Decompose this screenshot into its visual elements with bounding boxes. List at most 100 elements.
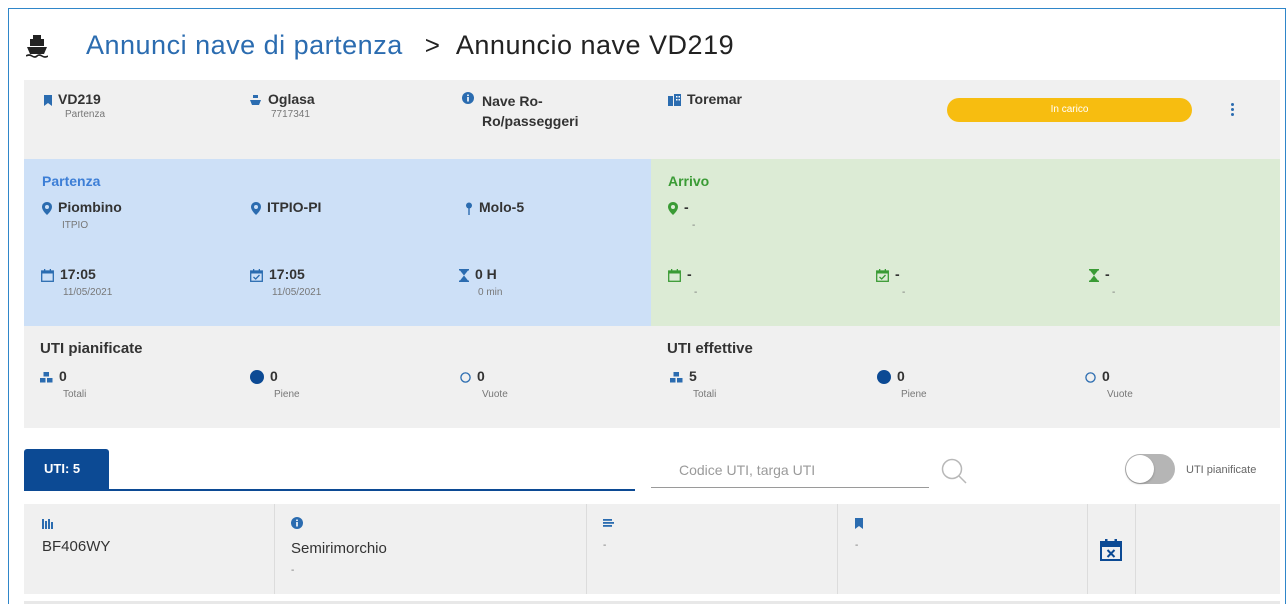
ship-name-block: Oglasa 7717341 — [249, 91, 315, 120]
ship-icon — [249, 94, 262, 107]
row-plate-cell: BF406WY — [42, 516, 110, 555]
location-pin-icon — [668, 201, 678, 215]
toggle-knob — [1126, 455, 1154, 483]
arrival-actual-time-sub: - — [902, 287, 906, 298]
calendar-x-icon[interactable] — [1099, 538, 1123, 567]
more-options-icon[interactable] — [1229, 103, 1235, 119]
row-type: Semirimorchio — [291, 540, 387, 557]
uti-actual-title: UTI effettive — [667, 340, 753, 357]
search-input[interactable] — [651, 452, 929, 488]
ship-icon — [25, 34, 49, 58]
row-plate: BF406WY — [42, 538, 111, 555]
search-icon[interactable] — [940, 457, 968, 485]
row-col4-cell: - — [855, 516, 863, 551]
uti-actual-total: 5 — [689, 368, 697, 384]
row-type-sub: - — [291, 565, 295, 576]
departure-city: Piombino — [58, 199, 122, 215]
departure-actual-time-block: 17:05 11/05/2021 — [250, 266, 321, 298]
filled-circle-icon — [877, 370, 891, 385]
uti-planned-empty-block: 0 Vuote — [460, 368, 508, 400]
info-icon — [291, 516, 303, 533]
page-title: Annuncio nave VD219 — [455, 30, 735, 60]
departure-port: ITPIO-PI — [267, 199, 322, 215]
uti-planned-total-label: Totali — [63, 389, 87, 400]
calendar-check-icon — [876, 268, 889, 282]
column-divider — [274, 504, 275, 594]
calendar-icon — [668, 268, 681, 282]
tab-underline — [24, 489, 635, 491]
boxes-icon — [40, 371, 53, 383]
uti-planned-total-block: 0 Totali — [40, 368, 86, 400]
uti-actual-full-block: 0 Piene — [877, 368, 927, 400]
row-col4-value: - — [855, 540, 859, 551]
departure-city-block: Piombino ITPIO — [42, 199, 122, 231]
company-name: Toremar — [687, 91, 742, 107]
row-type-cell: Semirimorchio - — [291, 516, 387, 576]
row-col3-value: - — [603, 540, 607, 551]
filled-circle-icon — [250, 370, 264, 385]
column-divider — [837, 504, 838, 594]
ship-name: Oglasa — [268, 91, 315, 107]
uti-actual-full: 0 — [897, 368, 905, 384]
column-divider — [1135, 504, 1136, 594]
uti-actual-empty: 0 — [1102, 368, 1110, 384]
tab-uti[interactable]: UTI: 5 — [24, 449, 109, 489]
table-row[interactable] — [24, 504, 1280, 594]
bookmark-icon — [44, 94, 52, 106]
arrival-duration-sub: - — [1112, 287, 1116, 298]
breadcrumb-separator: > — [424, 30, 440, 60]
uti-actual-total-block: 5 Totali — [670, 368, 716, 400]
bookmark-icon — [855, 516, 863, 533]
arrival-planned-time-sub: - — [694, 287, 698, 298]
uti-planned-empty: 0 — [477, 368, 485, 384]
arrival-planned-time: - — [687, 266, 692, 282]
hourglass-icon — [1089, 268, 1099, 282]
boxes-icon — [670, 371, 683, 383]
uti-planned-full-label: Piene — [274, 389, 300, 401]
departure-planned-date: 11/05/2021 — [63, 287, 113, 298]
uti-planned-title: UTI pianificate — [40, 340, 143, 357]
departure-title: Partenza — [42, 173, 101, 189]
hourglass-icon — [459, 268, 469, 282]
ship-code: VD219 — [58, 91, 101, 107]
departure-actual-time: 17:05 — [269, 266, 305, 282]
arrival-actual-time: - — [895, 266, 900, 282]
uti-planned-toggle-label: UTI pianificate — [1186, 464, 1257, 476]
row-col3-cell: - — [603, 516, 614, 551]
arrival-title: Arrivo — [668, 173, 710, 189]
breadcrumb: Annunci nave di partenza > Annuncio nave… — [25, 30, 735, 61]
uti-planned-full-block: 0 Piene — [250, 368, 300, 400]
departure-berth: Molo-5 — [479, 199, 525, 215]
ship-code-sub: Partenza — [65, 109, 106, 120]
breadcrumb-parent-link[interactable]: Annunci nave di partenza — [86, 30, 403, 61]
calendar-icon — [41, 268, 54, 282]
status-badge: In carico — [947, 98, 1192, 122]
list-icon — [603, 516, 614, 533]
empty-circle-icon — [1085, 372, 1096, 383]
arrival-duration: - — [1105, 266, 1110, 282]
departure-actual-date: 11/05/2021 — [272, 287, 322, 298]
column-divider — [586, 504, 587, 594]
buildings-icon — [668, 94, 681, 107]
departure-duration-block: 0 H 0 min — [459, 266, 502, 298]
ship-code-block: VD219 Partenza — [44, 91, 105, 120]
info-icon — [462, 92, 474, 104]
uti-actual-empty-label: Vuote — [1107, 389, 1133, 400]
departure-duration-sub: 0 min — [478, 287, 503, 298]
company-block: Toremar — [668, 91, 742, 107]
departure-city-code: ITPIO — [62, 220, 89, 231]
uti-planned-toggle[interactable] — [1125, 454, 1175, 484]
uti-planned-total: 0 — [59, 368, 67, 384]
vehicle-icon — [42, 516, 54, 533]
departure-berth-block: Molo-5 — [465, 199, 524, 215]
arrival-actual-time-block: - - — [876, 266, 905, 298]
calendar-check-icon — [250, 268, 263, 282]
ship-type-block: Nave Ro-Ro/passeggeri — [462, 91, 622, 131]
arrival-place-block: - - — [668, 199, 695, 231]
ship-type: Nave Ro-Ro/passeggeri — [482, 93, 579, 129]
departure-panel — [24, 159, 651, 326]
empty-circle-icon — [460, 372, 471, 383]
column-divider — [1087, 504, 1088, 594]
pin-icon — [465, 202, 473, 215]
uti-actual-empty-block: 0 Vuote — [1085, 368, 1133, 400]
